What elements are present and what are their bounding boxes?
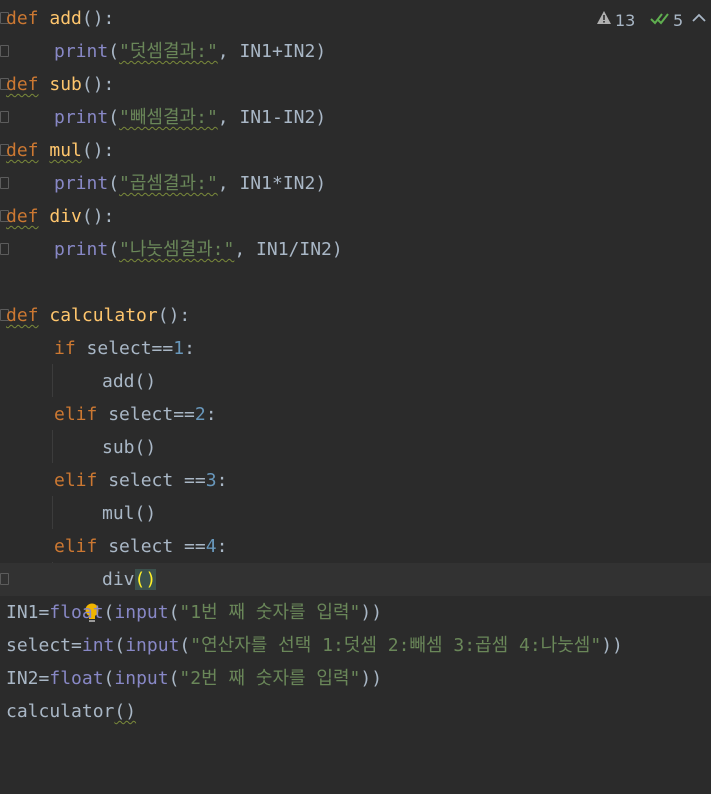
code-line[interactable]: def add(): — [0, 2, 711, 35]
fold-end-icon[interactable] — [0, 177, 9, 189]
code-line[interactable]: print("덧셈결과:", IN1+IN2) — [0, 35, 711, 68]
fold-end-icon[interactable] — [0, 111, 9, 123]
code-line[interactable]: if select==1: — [0, 332, 711, 365]
code-line[interactable]: IN2=float(input("2번 째 숫자를 입력")) — [0, 662, 711, 695]
code-line[interactable]: def div(): — [0, 200, 711, 233]
code-line[interactable]: mul() — [0, 497, 711, 530]
code-line[interactable]: elif select==2: — [0, 398, 711, 431]
code-line[interactable]: print("나눗셈결과:", IN1/IN2) — [0, 233, 711, 266]
code-line[interactable]: def mul(): — [0, 134, 711, 167]
current-code-line[interactable]: div() — [0, 563, 711, 622]
code-line[interactable]: def sub(): — [0, 68, 711, 101]
fold-end-icon[interactable] — [0, 45, 9, 57]
code-line[interactable]: sub() — [0, 431, 711, 464]
code-line[interactable]: print("빼셈결과:", IN1-IN2) — [0, 101, 711, 134]
code-line[interactable]: elif select ==4: — [0, 530, 711, 563]
fold-end-icon[interactable] — [0, 573, 9, 585]
fold-end-icon[interactable] — [0, 243, 9, 255]
code-editor[interactable]: 13 5 def add(): print("덧셈결과:", IN1+IN2) … — [0, 0, 711, 733]
code-line[interactable]: add() — [0, 365, 711, 398]
lightbulb-icon[interactable] — [18, 569, 99, 622]
code-line[interactable]: calculator() — [0, 695, 711, 728]
code-line[interactable]: print("곱셈결과:", IN1*IN2) — [0, 167, 711, 200]
code-line[interactable]: select=int(input("연산자를 선택 1:덧셈 2:빼셈 3:곱셈… — [0, 629, 711, 662]
code-line[interactable]: elif select ==3: — [0, 464, 711, 497]
code-line[interactable]: IN1=float(input("1번 째 숫자를 입력")) — [0, 596, 711, 629]
code-line[interactable]: def calculator(): — [0, 299, 711, 332]
